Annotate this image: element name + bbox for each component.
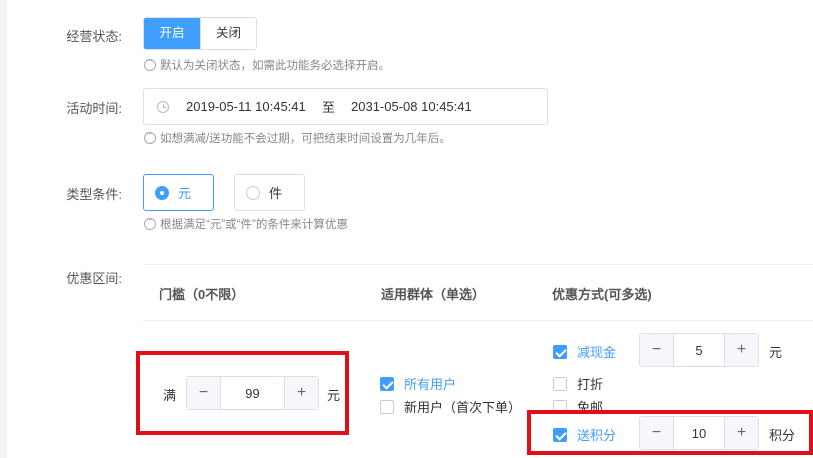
column-method: 优惠方式(可多选) [552,287,652,302]
date-range-picker[interactable]: 2019-05-11 10:45:41 至 2031-05-08 10:45:4… [143,88,548,125]
date-end-input[interactable]: 2031-05-08 10:45:41 [351,99,472,114]
group-new-users[interactable]: 新用户（首次下单） [380,397,521,416]
checkbox-checked[interactable] [553,344,567,359]
method-cash-label: 减现金 [577,345,617,360]
group-all-users-label: 所有用户 [404,377,457,392]
method-discount-label: 打折 [577,377,604,392]
activity-time-tip: 如想满减/送功能不会过期，可把结束时间设置为几年后。 [144,128,451,146]
status-tip-text: 默认为关闭状态，如需此功能务必选择开启。 [160,60,390,72]
status-off-button[interactable]: 关闭 [200,18,256,49]
radio-jian-label: 件 [269,186,283,201]
type-condition-tip: 根据满足“元”或“件”的条件来计算优惠 [144,214,348,232]
checkbox-unchecked[interactable] [553,376,567,391]
group-new-users-label: 新用户（首次下单） [404,400,522,415]
radio-dot-checked [155,185,169,200]
date-separator: 至 [322,100,336,115]
group-all-users[interactable]: 所有用户 [380,374,456,393]
discount-table-header: 门槛（0不限） 适用群体（单选） 优惠方式(可多选) [143,264,813,321]
highlight-box-points [527,410,813,455]
method-cash[interactable]: 减现金 [553,342,616,361]
radio-yuan[interactable]: 元 [143,174,214,211]
radio-yuan-label: 元 [178,186,192,201]
status-on-button[interactable]: 开启 [144,18,200,49]
cash-value[interactable]: 5 [674,343,724,358]
left-edge-strip [0,0,7,458]
type-condition-tip-text: 根据满足“元”或“件”的条件来计算优惠 [160,219,348,231]
radio-jian[interactable]: 件 [234,174,305,211]
checkbox-unchecked[interactable] [380,399,394,414]
message-icon [144,128,156,144]
activity-time-tip-text: 如想满减/送功能不会过期，可把结束时间设置为几年后。 [160,133,451,145]
activity-time-label: 活动时间: [66,101,122,116]
checkbox-checked[interactable] [380,376,394,391]
method-discount[interactable]: 打折 [553,374,603,393]
type-condition-label: 类型条件: [66,187,122,202]
message-icon [144,214,156,230]
date-start-input[interactable]: 2019-05-11 10:45:41 [186,99,312,114]
cash-stepper[interactable]: − 5 + [639,333,759,367]
radio-dot-unchecked [246,185,260,200]
cash-minus-button[interactable]: − [640,334,674,366]
highlight-box-threshold [136,351,349,435]
column-group: 适用群体（单选） [381,287,486,302]
cash-plus-button[interactable]: + [724,334,758,366]
discount-range-label: 优惠区间: [66,271,122,286]
clock-icon [157,100,169,113]
status-tip: 默认为关闭状态，如需此功能务必选择开启。 [144,55,390,73]
status-label: 经营状态: [66,29,122,44]
column-threshold: 门槛（0不限） [159,287,245,302]
status-toggle[interactable]: 开启 关闭 [143,17,257,50]
cash-unit: 元 [769,345,783,360]
message-icon [144,55,156,71]
